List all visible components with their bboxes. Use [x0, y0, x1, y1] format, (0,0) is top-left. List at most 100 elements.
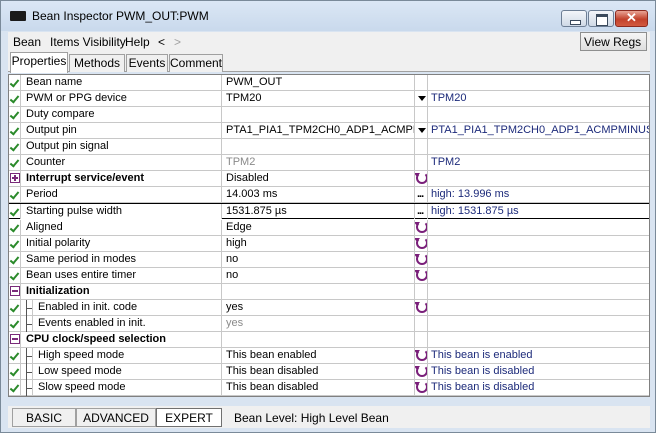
advanced-level-button[interactable]: ADVANCED — [76, 408, 156, 427]
property-name: Low speed mode — [33, 364, 222, 379]
tab-comment[interactable]: Comment — [169, 54, 223, 72]
row-output-pin[interactable]: Output pin PTA1_PIA1_TPM2CH0_ADP1_ACMPMI… — [9, 123, 649, 139]
row-enabled-in-init-code[interactable]: Enabled in init. code yes — [9, 300, 649, 316]
property-name: Period — [21, 187, 222, 202]
bean-level-label: Bean Level: High Level Bean — [234, 411, 389, 425]
property-value[interactable]: Edge — [222, 220, 414, 235]
check-icon — [11, 77, 20, 87]
check-icon — [11, 302, 20, 312]
check-icon — [11, 382, 20, 392]
row-initial-polarity[interactable]: Initial polarity high — [9, 236, 649, 252]
property-info — [428, 75, 649, 90]
check-icon — [11, 93, 20, 103]
cycle-icon[interactable] — [415, 269, 427, 281]
property-value[interactable]: yes — [222, 300, 414, 315]
cycle-icon[interactable] — [415, 301, 427, 313]
property-value[interactable] — [222, 107, 414, 122]
property-value[interactable] — [222, 139, 414, 154]
menu-items-visibility[interactable]: Items Visibility — [50, 35, 126, 49]
property-name: High speed mode — [33, 348, 222, 363]
back-button[interactable]: < — [158, 35, 165, 49]
tab-properties[interactable]: Properties — [10, 52, 68, 73]
menu-bean[interactable]: Bean — [13, 35, 41, 49]
forward-button[interactable]: > — [174, 35, 181, 49]
cycle-icon[interactable] — [415, 172, 427, 184]
row-starting-pulse-width[interactable]: Starting pulse width 1531.875 µs ... hig… — [9, 203, 649, 219]
property-name: Events enabled in init. — [33, 316, 222, 331]
tree-line — [21, 348, 33, 364]
dropdown-arrow-icon[interactable] — [417, 94, 426, 103]
cycle-icon[interactable] — [415, 365, 427, 377]
close-button[interactable]: ✕ — [615, 10, 648, 27]
property-info: This bean is disabled — [431, 365, 535, 377]
row-high-speed-mode[interactable]: High speed mode This bean enabled This b… — [9, 348, 649, 364]
row-cpu-clock-group[interactable]: CPU clock/speed selection — [9, 332, 649, 348]
basic-level-button[interactable]: BASIC — [12, 408, 76, 427]
title-bar[interactable]: Bean Inspector PWM_OUT:PWM ✕ — [1, 1, 655, 31]
view-regs-button[interactable]: View Regs > — [580, 32, 647, 63]
expert-level-button[interactable]: EXPERT — [156, 408, 222, 427]
row-same-period-in-modes[interactable]: Same period in modes no — [9, 252, 649, 268]
collapse-minus-icon[interactable] — [10, 286, 20, 296]
row-slow-speed-mode[interactable]: Slow speed mode This bean disabled This … — [9, 380, 649, 396]
check-icon — [11, 109, 20, 119]
property-value[interactable]: high — [222, 236, 414, 251]
property-name: PWM or PPG device — [21, 91, 222, 106]
property-value[interactable]: 14.003 ms — [222, 187, 414, 202]
row-events-enabled-in-init[interactable]: Events enabled in init. yes — [9, 316, 649, 332]
row-bean-uses-entire-timer[interactable]: Bean uses entire timer no — [9, 268, 649, 284]
property-name: Interrupt service/event — [21, 171, 222, 186]
property-name: Duty compare — [21, 107, 222, 122]
property-info — [428, 252, 649, 267]
row-duty-compare[interactable]: Duty compare — [9, 107, 649, 123]
row-initialization-group[interactable]: Initialization — [9, 284, 649, 300]
property-value[interactable]: no — [222, 268, 414, 283]
row-aligned[interactable]: Aligned Edge — [9, 220, 649, 236]
property-value[interactable]: 1531.875 µs — [222, 204, 414, 219]
minimize-button[interactable] — [561, 10, 587, 27]
ellipsis-button-icon[interactable]: ... — [417, 204, 424, 219]
row-output-pin-signal[interactable]: Output pin signal — [9, 139, 649, 155]
row-low-speed-mode[interactable]: Low speed mode This bean disabled This b… — [9, 364, 649, 380]
row-counter[interactable]: Counter TPM2 TPM2 — [9, 155, 649, 171]
property-name: Enabled in init. code — [33, 300, 222, 315]
expand-plus-icon[interactable] — [10, 173, 20, 183]
tab-methods[interactable]: Methods — [69, 54, 125, 72]
property-name: Initial polarity — [21, 236, 222, 251]
dropdown-arrow-icon[interactable] — [417, 126, 426, 135]
property-value — [222, 332, 414, 347]
property-info: TPM20 — [431, 92, 467, 104]
property-value[interactable]: PWM_OUT — [222, 75, 414, 90]
row-period[interactable]: Period 14.003 ms ... high: 13.996 ms — [9, 187, 649, 203]
property-value[interactable]: no — [222, 252, 414, 267]
menu-help[interactable]: Help — [125, 35, 150, 49]
property-value[interactable]: Disabled — [222, 171, 414, 186]
property-grid: Bean name PWM_OUT PWM or PPG device TPM2… — [8, 74, 650, 397]
check-icon — [11, 125, 20, 135]
property-value[interactable]: This bean enabled — [222, 348, 414, 363]
property-value[interactable]: PTA1_PIA1_TPM2CH0_ADP1_ACMPMINUS — [222, 123, 414, 138]
maximize-button[interactable] — [588, 10, 614, 27]
cycle-icon[interactable] — [415, 221, 427, 233]
property-value[interactable]: This bean disabled — [222, 380, 414, 395]
property-info — [428, 268, 649, 283]
cycle-icon[interactable] — [415, 253, 427, 265]
tree-line — [21, 380, 33, 396]
cycle-icon[interactable] — [415, 349, 427, 361]
cycle-icon[interactable] — [415, 381, 427, 393]
ellipsis-button-icon[interactable]: ... — [417, 187, 424, 202]
cycle-icon[interactable] — [415, 237, 427, 249]
property-value[interactable]: TPM20 — [222, 91, 414, 106]
menu-bar: Bean Items Visibility Help < > — [8, 32, 650, 52]
property-value[interactable]: This bean disabled — [222, 364, 414, 379]
row-bean-name[interactable]: Bean name PWM_OUT — [9, 75, 649, 91]
tab-bar: Properties Methods Events Comment — [8, 52, 650, 73]
row-interrupt-service[interactable]: Interrupt service/event Disabled — [9, 171, 649, 187]
property-info — [428, 171, 649, 186]
collapse-minus-icon[interactable] — [10, 334, 20, 344]
check-icon — [11, 141, 20, 151]
row-pwm-device[interactable]: PWM or PPG device TPM20 TPM20 — [9, 91, 649, 107]
close-icon: ✕ — [626, 10, 637, 25]
tab-events[interactable]: Events — [126, 54, 168, 72]
property-name: Aligned — [21, 220, 222, 235]
